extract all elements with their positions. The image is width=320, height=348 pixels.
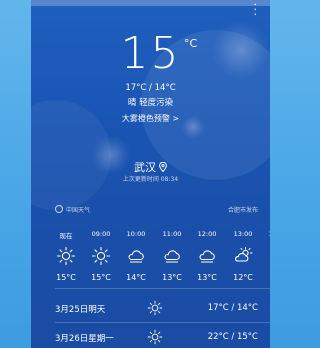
cloud-icon bbox=[197, 246, 217, 266]
location-pin-icon bbox=[159, 161, 167, 173]
sun-icon bbox=[147, 329, 163, 345]
daily-forecast-row[interactable]: 3月26日星期一 22°C / 15°C bbox=[55, 329, 258, 348]
daily-temp-range: 22°C / 15°C bbox=[207, 332, 258, 342]
partly-cloudy-icon bbox=[233, 246, 253, 266]
temperature-range: 17°C / 14°C bbox=[125, 83, 176, 93]
weather-alert-label: 大雾橙色预警 bbox=[121, 114, 173, 123]
status-strip bbox=[31, 0, 270, 6]
daily-temp-range: 17°C / 14°C bbox=[207, 303, 258, 313]
city-name: 武汉 bbox=[134, 161, 156, 174]
hourly-time: 11:00 bbox=[162, 230, 182, 238]
weather-condition: 晴 轻度污染 bbox=[127, 98, 174, 108]
sun-icon bbox=[91, 246, 111, 266]
more-options-icon[interactable]: · · · bbox=[254, 0, 258, 20]
hourly-time: 12:00 bbox=[197, 230, 217, 238]
current-temperature: 15 bbox=[120, 28, 181, 79]
background: { "weather": { "current_temp": "15", "un… bbox=[0, 0, 319, 348]
cloud-icon bbox=[268, 246, 270, 266]
daily-forecast-row[interactable]: 3月25日明天 17°C / 14°C bbox=[55, 300, 258, 319]
data-source-label: 中国天气 bbox=[66, 207, 91, 214]
data-source: 中国天气 bbox=[55, 205, 90, 214]
chevron-right-icon: > bbox=[172, 114, 180, 123]
hourly-temp: 12°C bbox=[233, 273, 253, 282]
hourly-temp: 1 bbox=[260, 273, 270, 282]
hourly-temp: 14°C bbox=[126, 273, 146, 282]
cloud-icon bbox=[162, 246, 182, 266]
hourly-temp: 13°C bbox=[162, 273, 182, 282]
hourly-time: 10:00 bbox=[126, 230, 146, 238]
china-weather-logo-icon bbox=[55, 205, 63, 213]
hourly-temp: 15°C bbox=[91, 273, 111, 282]
sun-icon bbox=[56, 246, 76, 266]
daily-date: 3月25日明天 bbox=[55, 305, 106, 315]
city-selector[interactable]: 武汉 bbox=[31, 159, 270, 175]
publisher: 合肥市发布 bbox=[227, 207, 258, 214]
daily-date: 3月26日星期一 bbox=[55, 334, 114, 344]
last-updated: 上次更新时间 08:34 bbox=[122, 176, 179, 183]
hourly-time: 现在 bbox=[59, 232, 73, 240]
hourly-temp: 13°C bbox=[197, 273, 217, 282]
hourly-time: 14:00 bbox=[260, 230, 270, 238]
hourly-temp: 15°C bbox=[56, 273, 76, 282]
weather-screen: · · · 15 °C 17°C / 14°C 晴 轻度污染 大雾橙色预警 > 武汉… bbox=[31, 0, 270, 348]
sun-icon bbox=[147, 300, 163, 316]
weather-alert-link[interactable]: 大雾橙色预警 > bbox=[31, 113, 270, 124]
divider bbox=[55, 322, 270, 323]
divider bbox=[55, 288, 270, 289]
hourly-time: 13:00 bbox=[233, 230, 253, 238]
temperature-unit: °C bbox=[184, 37, 198, 50]
hourly-time: 09:00 bbox=[91, 230, 111, 238]
cloud-icon bbox=[126, 246, 146, 266]
